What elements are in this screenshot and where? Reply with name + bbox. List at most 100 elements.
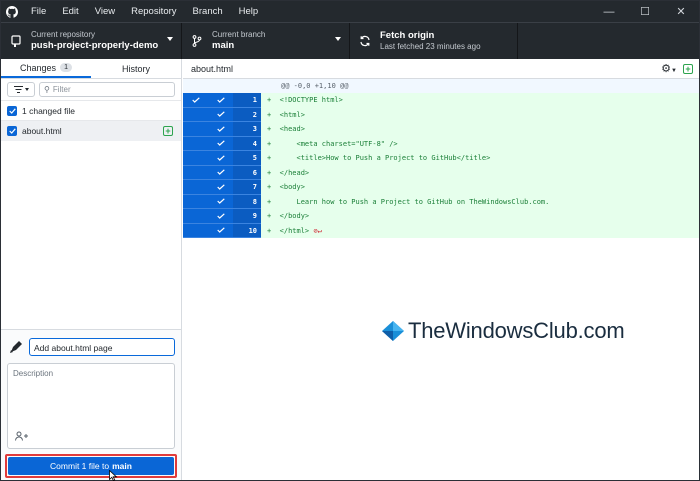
diff-line[interactable]: 7 + <body> — [183, 180, 699, 195]
diff-line[interactable]: 9 + </body> — [183, 209, 699, 224]
line-number: 2 — [233, 107, 261, 122]
line-code-text: + <meta charset="UTF-8" /> — [267, 139, 398, 148]
branch-name: main — [212, 40, 235, 51]
diff-header: about.html ⚙▼ + — [183, 59, 699, 79]
line-code: + <!DOCTYPE html> — [261, 93, 699, 108]
check-icon — [216, 140, 225, 147]
commit-summary-input[interactable]: Add about.html page — [29, 338, 175, 356]
branch-icon — [186, 35, 208, 47]
hunk-header: @@ -0,0 +1,10 @@ — [183, 79, 699, 93]
diff-line[interactable]: 6 + </head> — [183, 165, 699, 180]
menu-file[interactable]: File — [23, 1, 54, 22]
menu-view[interactable]: View — [87, 1, 123, 22]
commit-button-highlight: Commit 1 file to main — [5, 454, 177, 478]
filter-options-button[interactable] — [7, 82, 35, 97]
changed-file-item[interactable]: about.html + — [1, 121, 181, 141]
select-all-row[interactable]: 1 changed file — [1, 101, 181, 121]
line-code-text: + </head> — [267, 168, 310, 177]
commit-description-input[interactable]: Description — [7, 363, 175, 449]
line-code: + <meta charset="UTF-8" /> — [261, 136, 699, 151]
windows-club-logo-icon — [382, 321, 404, 341]
line-number: 6 — [233, 165, 261, 180]
line-number: 10 — [233, 223, 261, 238]
diff-line[interactable]: 4 + <meta charset="UTF-8" /> — [183, 136, 699, 151]
minimize-button[interactable]: — — [591, 1, 627, 22]
hunk-header-text: @@ -0,0 +1,10 @@ — [261, 79, 699, 93]
line-code: + <title>How to Push a Project to GitHub… — [261, 151, 699, 166]
file-added-icon: + — [163, 126, 173, 136]
title-bar: File Edit View Repository Branch Help — … — [1, 1, 699, 22]
line-code: + Learn how to Push a Project to GitHub … — [261, 194, 699, 209]
check-icon — [216, 111, 225, 118]
check-icon — [216, 213, 225, 219]
close-button[interactable]: ✕ — [663, 1, 699, 22]
line-code: + </head> — [261, 165, 699, 180]
line-code-text: + </body> — [267, 212, 310, 220]
line-code-text: + Learn how to Push a Project to GitHub … — [267, 197, 550, 206]
line-select-gutter[interactable] — [183, 194, 233, 209]
gear-icon[interactable]: ⚙▼ — [661, 62, 677, 75]
pen-icon — [10, 341, 22, 353]
check-icon — [191, 97, 200, 103]
diff-line[interactable]: 3 + <head> — [183, 122, 699, 137]
line-number: 9 — [233, 209, 261, 224]
tab-changes[interactable]: Changes 1 — [1, 59, 91, 78]
maximize-button[interactable]: ☐ — [627, 1, 663, 22]
repository-icon — [5, 35, 27, 47]
menu-branch[interactable]: Branch — [185, 1, 231, 22]
check-icon — [216, 169, 225, 176]
line-select-gutter[interactable] — [183, 209, 233, 224]
line-code: + </html> ⊘↵ — [261, 223, 699, 238]
file-added-icon: + — [683, 63, 693, 74]
sidebar-tabs: Changes 1 History — [1, 59, 181, 79]
line-code: + <body> — [261, 180, 699, 195]
line-number: 5 — [233, 151, 261, 166]
tab-history-label: History — [121, 63, 150, 74]
toolbar: Current repository push-project-properly… — [1, 22, 699, 59]
menu-repository[interactable]: Repository — [123, 1, 184, 22]
menu-edit[interactable]: Edit — [54, 1, 86, 22]
line-code: + <head> — [261, 122, 699, 137]
current-repository-button[interactable]: Current repository push-project-properly… — [1, 23, 182, 59]
menu-help[interactable]: Help — [231, 1, 267, 22]
diff-line[interactable]: 5 + <title>How to Push a Project to GitHu… — [183, 151, 699, 166]
window-controls: — ☐ ✕ — [591, 1, 699, 22]
repository-label: Current repository — [31, 30, 96, 39]
line-code-text: + <body> — [267, 183, 305, 191]
watermark-text: TheWindowsClub.com — [408, 318, 625, 343]
filter-input[interactable]: ⚲ Filter — [39, 82, 175, 97]
line-select-gutter[interactable] — [183, 223, 233, 238]
line-select-gutter[interactable] — [183, 165, 233, 180]
tab-history[interactable]: History — [91, 59, 181, 78]
diff-line[interactable]: 8 + Learn how to Push a Project to GitHub… — [183, 194, 699, 209]
diff-line[interactable]: 2 + <html> — [183, 107, 699, 122]
diff-file-name: about.html — [191, 63, 234, 74]
line-select-gutter[interactable] — [183, 151, 233, 166]
line-select-gutter[interactable] — [183, 136, 233, 151]
line-select-gutter[interactable] — [183, 93, 233, 108]
line-number: 4 — [233, 136, 261, 151]
add-coauthor-icon[interactable] — [15, 431, 29, 441]
line-code-text: + <!DOCTYPE html> — [267, 96, 343, 104]
file-checkbox[interactable] — [7, 126, 17, 136]
filter-placeholder: Filter — [52, 85, 71, 94]
line-number: 3 — [233, 122, 261, 137]
sidebar: Changes 1 History ⚲ Filter 1 changed fil… — [1, 59, 182, 481]
filter-row: ⚲ Filter — [1, 79, 181, 101]
diff-line[interactable]: 1 + <!DOCTYPE html> — [183, 93, 699, 108]
line-select-gutter[interactable] — [183, 180, 233, 195]
search-icon: ⚲ — [44, 85, 50, 94]
line-select-gutter[interactable] — [183, 107, 233, 122]
fetch-origin-button[interactable]: Fetch origin Last fetched 23 minutes ago — [350, 23, 518, 59]
check-icon — [216, 126, 225, 132]
line-number: 8 — [233, 194, 261, 209]
line-code: + <html> — [261, 107, 699, 122]
select-all-checkbox[interactable] — [7, 105, 17, 116]
commit-button[interactable]: Commit 1 file to main — [8, 457, 174, 475]
commit-panel: Add about.html page Description Commit 1… — [1, 329, 181, 481]
diff-line[interactable]: 10 + </html> ⊘↵ — [183, 223, 699, 238]
changes-count-badge: 1 — [60, 63, 72, 72]
current-branch-button[interactable]: Current branch main — [182, 23, 350, 59]
line-select-gutter[interactable] — [183, 122, 233, 137]
check-icon — [216, 97, 225, 103]
